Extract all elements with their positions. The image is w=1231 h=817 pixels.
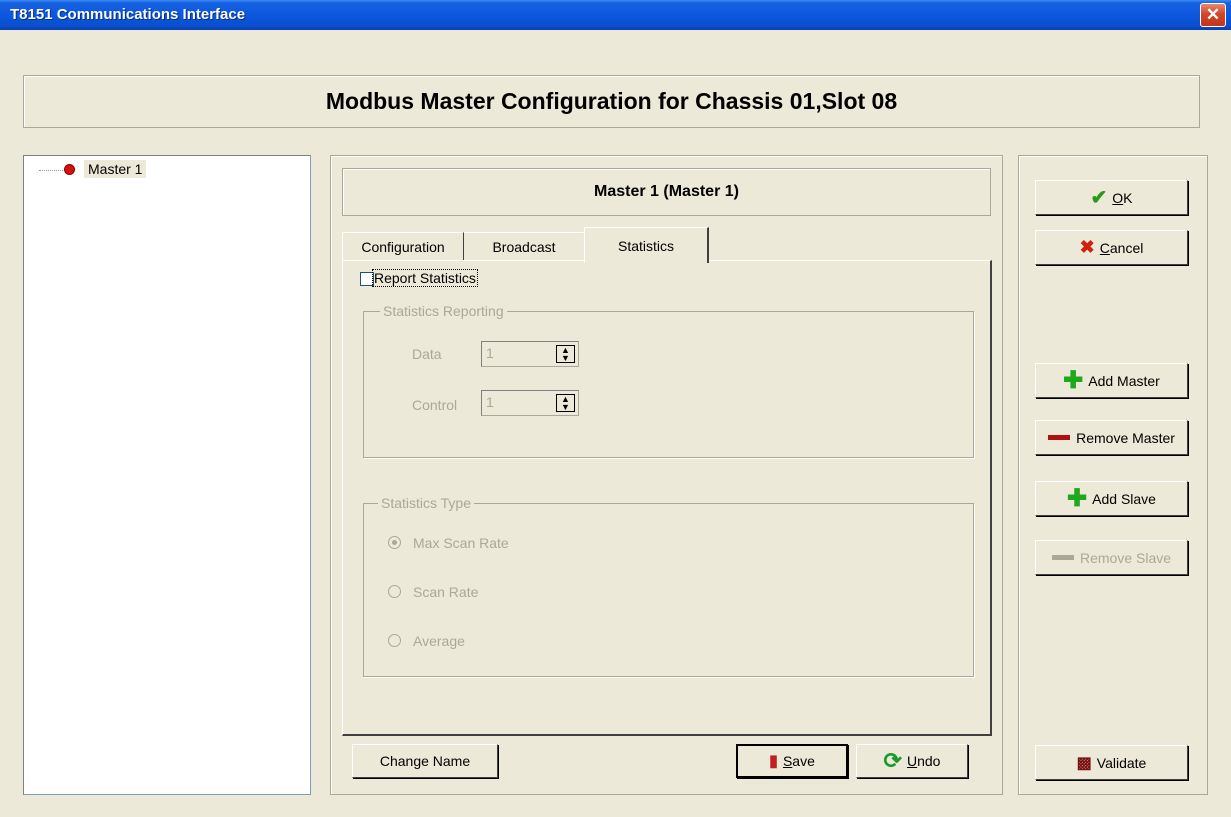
save-button[interactable]: ▮ Save	[736, 744, 848, 778]
close-button[interactable]: ✕	[1200, 3, 1226, 27]
ok-label-rest: K	[1123, 189, 1133, 206]
title-bar[interactable]: T8151 Communications Interface ✕	[0, 0, 1231, 30]
remove-master-label: Remove Master	[1076, 429, 1175, 446]
control-spin-buttons[interactable]: ▲ ▼	[556, 394, 575, 412]
add-master-label: Add Master	[1088, 372, 1160, 389]
cancel-label: Cancel	[1100, 240, 1144, 256]
cancel-x-icon: ✖	[1079, 237, 1095, 257]
window-title: T8151 Communications Interface	[10, 6, 246, 23]
tab-broadcast[interactable]: Broadcast	[464, 232, 584, 260]
remove-slave-button[interactable]: Remove Slave	[1035, 540, 1188, 575]
cancel-accelerator: C	[1099, 239, 1110, 256]
ok-button[interactable]: ✔ OK	[1035, 180, 1188, 215]
checkmark-icon: ✔	[1090, 187, 1108, 209]
report-statistics-label[interactable]: Report Statistics	[372, 269, 478, 287]
undo-icon: ⟳	[883, 748, 902, 773]
page-title: Modbus Master Configuration for Chassis …	[325, 88, 898, 114]
undo-label: Undo	[907, 753, 940, 769]
data-spinner[interactable]: 1 ▲ ▼	[481, 341, 579, 367]
scan-rate-radio[interactable]	[388, 585, 401, 598]
plus-icon: ✚	[1063, 366, 1084, 394]
plus-icon: ✚	[1067, 484, 1088, 512]
validate-label: Validate	[1096, 754, 1147, 771]
ok-label: OK	[1112, 190, 1132, 206]
tab-configuration[interactable]: Configuration	[342, 232, 464, 260]
add-slave-label: Add Slave	[1092, 490, 1156, 507]
cancel-button[interactable]: ✖ Cancel	[1035, 230, 1188, 265]
cancel-label-rest: ancel	[1109, 239, 1144, 256]
add-master-button[interactable]: ✚ Add Master	[1035, 363, 1188, 398]
minus-icon	[1048, 435, 1071, 440]
validate-icon: ▩	[1076, 754, 1092, 772]
save-label: Save	[783, 753, 815, 769]
statistics-reporting-group	[363, 311, 974, 458]
control-spinner[interactable]: 1 ▲ ▼	[481, 390, 579, 416]
data-spin-buttons[interactable]: ▲ ▼	[556, 345, 575, 363]
save-accelerator: S	[782, 753, 793, 769]
radio-selected-dot	[392, 540, 397, 545]
max-scan-rate-radio[interactable]	[388, 536, 401, 549]
tab-statistics[interactable]: Statistics	[584, 227, 709, 263]
remove-slave-label: Remove Slave	[1079, 549, 1172, 566]
minus-icon	[1051, 555, 1074, 560]
statistics-reporting-legend: Statistics Reporting	[380, 303, 507, 319]
tree-item-master-1[interactable]: Master 1	[84, 160, 147, 178]
max-scan-rate-label: Max Scan Rate	[413, 535, 509, 551]
spin-down-icon: ▼	[561, 353, 570, 363]
scan-rate-label: Scan Rate	[413, 584, 479, 600]
undo-button[interactable]: ⟳ Undo	[856, 744, 968, 778]
ok-accelerator: O	[1112, 189, 1124, 206]
red-dot-icon	[64, 164, 75, 175]
average-radio[interactable]	[388, 634, 401, 647]
average-label: Average	[413, 633, 465, 649]
save-label-rest: ave	[792, 753, 815, 769]
undo-accelerator: U	[906, 753, 918, 769]
save-icon: ▮	[769, 753, 778, 770]
tree-connector	[39, 170, 63, 171]
undo-label-rest: ndo	[917, 753, 941, 769]
change-name-button[interactable]: Change Name	[352, 744, 498, 778]
validate-button[interactable]: ▩ Validate	[1035, 745, 1188, 780]
control-label: Control	[412, 397, 458, 413]
master-title: Master 1 (Master 1)	[342, 168, 991, 216]
add-slave-button[interactable]: ✚ Add Slave	[1035, 481, 1188, 516]
remove-master-button[interactable]: Remove Master	[1035, 420, 1188, 455]
control-value: 1	[486, 394, 494, 410]
change-name-label: Change Name	[379, 753, 471, 769]
data-label: Data	[412, 346, 442, 362]
spin-down-icon: ▼	[561, 402, 570, 412]
statistics-type-legend: Statistics Type	[378, 495, 475, 511]
master-tree[interactable]: Master 1	[23, 155, 311, 795]
data-value: 1	[486, 345, 494, 361]
page-header: Modbus Master Configuration for Chassis …	[23, 75, 1200, 128]
close-icon: ✕	[1205, 5, 1221, 24]
